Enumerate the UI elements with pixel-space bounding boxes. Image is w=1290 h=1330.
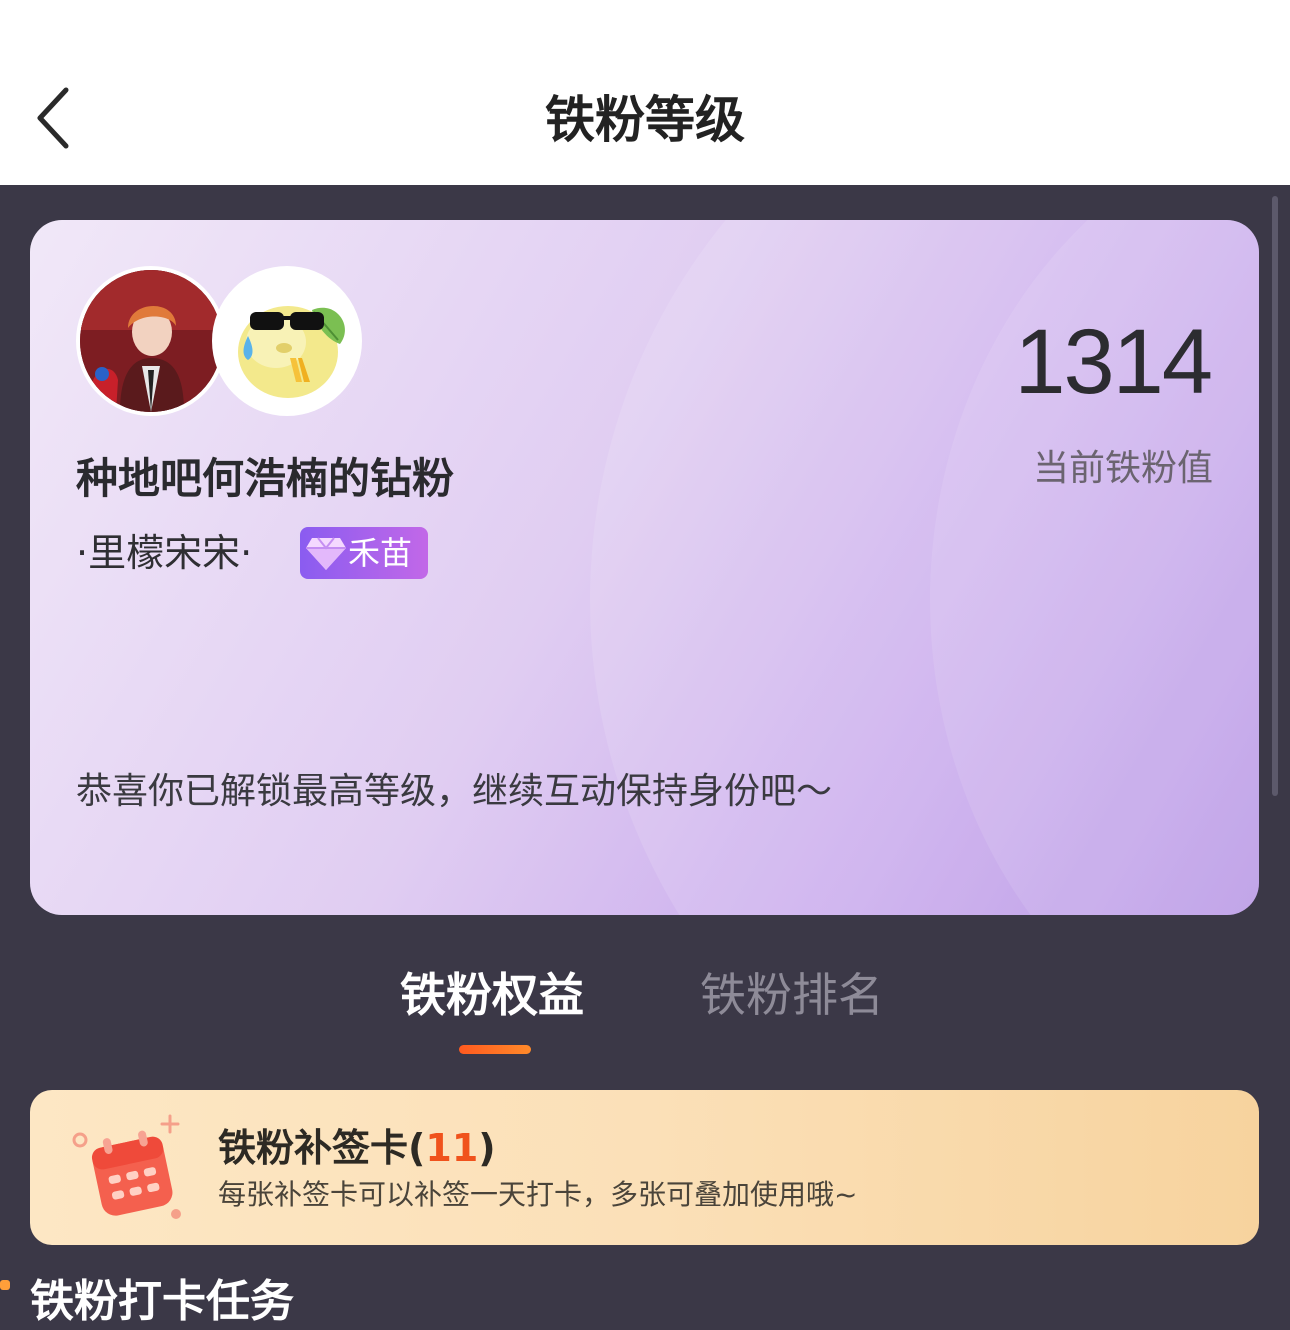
idol-avatar[interactable] xyxy=(76,266,226,416)
level-badge-label: 禾苗 xyxy=(348,534,413,572)
fan-value-label: 当前铁粉值 xyxy=(1032,448,1213,489)
top-bar: 铁粉等级 xyxy=(0,0,1290,185)
count-close: ) xyxy=(478,1126,496,1170)
makeup-card-description: 每张补签卡可以补签一天打卡，多张可叠加使用哦~ xyxy=(218,1178,858,1211)
makeup-card-count: 11 xyxy=(425,1126,479,1170)
fan-level-card: 1314 当前铁粉值 种地吧何浩楠的钻粉 ·里檬宋宋· 禾苗 恭喜你已解锁最高等… xyxy=(30,220,1259,915)
user-avatar[interactable] xyxy=(212,266,362,416)
active-tab-indicator xyxy=(459,1045,531,1054)
makeup-card-title-text: 铁粉补签卡 xyxy=(218,1126,409,1170)
fan-value: 1314 xyxy=(1014,311,1213,413)
diamond-icon xyxy=(306,537,346,570)
page-title: 铁粉等级 xyxy=(545,91,745,149)
makeup-card-title: 铁粉补签卡(11) xyxy=(218,1124,496,1172)
count-open: ( xyxy=(408,1126,426,1170)
lemon-avatar xyxy=(216,270,358,412)
section-title: 铁粉打卡任务 xyxy=(30,1276,294,1327)
tab-fan-ranking[interactable]: 铁粉排名 xyxy=(700,964,884,1026)
congrats-message: 恭喜你已解锁最高等级，继续互动保持身份吧～ xyxy=(76,771,833,812)
user-name: ·里檬宋宋· xyxy=(76,531,253,575)
makeup-card-item[interactable]: 铁粉补签卡(11) 每张补签卡可以补签一天打卡，多张可叠加使用哦~ xyxy=(30,1090,1259,1245)
calendar-icon xyxy=(72,1114,181,1219)
idol-fan-title: 种地吧何浩楠的钻粉 xyxy=(76,454,455,503)
scrollbar[interactable] xyxy=(1272,196,1278,796)
level-badge: 禾苗 xyxy=(300,527,428,579)
idol-photo xyxy=(80,270,222,412)
tab-fan-benefits[interactable]: 铁粉权益 xyxy=(400,964,584,1026)
section-marker xyxy=(0,1280,10,1290)
